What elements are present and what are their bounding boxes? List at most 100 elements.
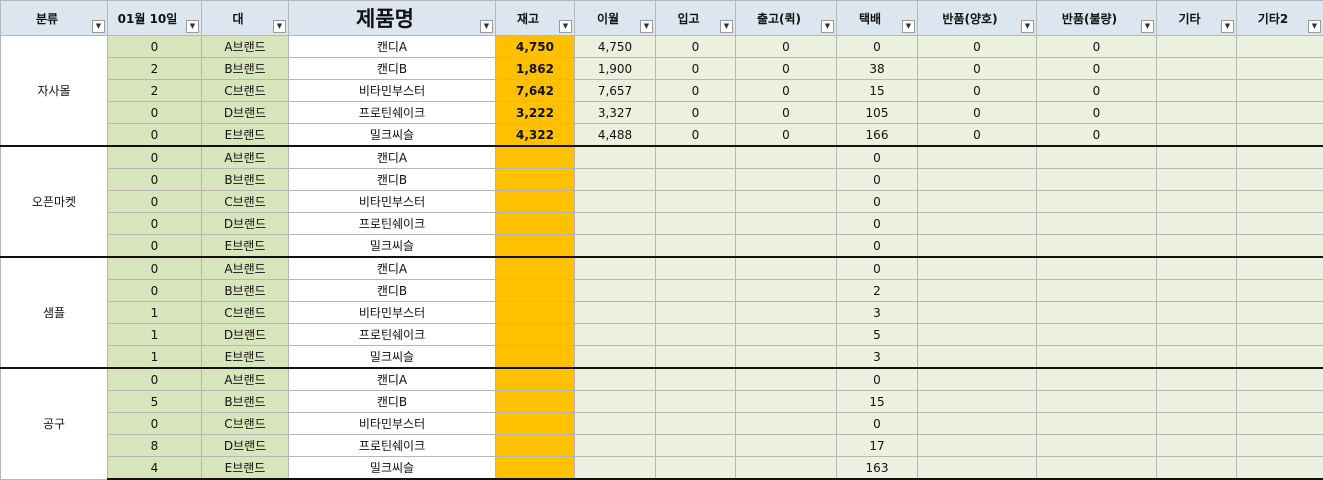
category-cell[interactable]: 자사몰 bbox=[1, 36, 108, 147]
return-good-cell[interactable] bbox=[918, 235, 1037, 258]
return-bad-cell[interactable] bbox=[1037, 191, 1157, 213]
outbound-quick-cell[interactable]: 0 bbox=[736, 102, 837, 124]
inbound-cell[interactable] bbox=[656, 413, 736, 435]
inbound-cell[interactable] bbox=[656, 346, 736, 369]
product-name-cell[interactable]: 밀크씨슬 bbox=[289, 124, 496, 147]
header-date[interactable]: 01월 10일▼ bbox=[108, 1, 202, 36]
outbound-quick-cell[interactable] bbox=[736, 213, 837, 235]
inbound-cell[interactable] bbox=[656, 191, 736, 213]
return-bad-cell[interactable] bbox=[1037, 169, 1157, 191]
date-cell[interactable]: 0 bbox=[108, 191, 202, 213]
date-cell[interactable]: 0 bbox=[108, 368, 202, 391]
category-cell[interactable]: 오픈마켓 bbox=[1, 146, 108, 257]
etc2-cell[interactable] bbox=[1237, 80, 1323, 102]
header-brand[interactable]: 대▼ bbox=[202, 1, 289, 36]
date-cell[interactable]: 0 bbox=[108, 280, 202, 302]
return-good-cell[interactable] bbox=[918, 435, 1037, 457]
stock-cell[interactable] bbox=[496, 346, 575, 369]
product-name-cell[interactable]: 캔디A bbox=[289, 257, 496, 280]
parcel-cell[interactable]: 163 bbox=[837, 457, 918, 480]
inbound-cell[interactable] bbox=[656, 435, 736, 457]
date-cell[interactable]: 1 bbox=[108, 324, 202, 346]
product-name-cell[interactable]: 프로틴쉐이크 bbox=[289, 324, 496, 346]
etc-cell[interactable] bbox=[1157, 257, 1237, 280]
inbound-cell[interactable]: 0 bbox=[656, 58, 736, 80]
brand-cell[interactable]: E브랜드 bbox=[202, 346, 289, 369]
parcel-cell[interactable]: 0 bbox=[837, 213, 918, 235]
brand-cell[interactable]: A브랜드 bbox=[202, 257, 289, 280]
filter-dropdown-icon[interactable]: ▼ bbox=[1308, 20, 1321, 33]
etc-cell[interactable] bbox=[1157, 102, 1237, 124]
return-good-cell[interactable] bbox=[918, 346, 1037, 369]
return-good-cell[interactable] bbox=[918, 169, 1037, 191]
outbound-quick-cell[interactable] bbox=[736, 146, 837, 169]
stock-cell[interactable] bbox=[496, 280, 575, 302]
stock-cell[interactable] bbox=[496, 235, 575, 258]
parcel-cell[interactable]: 0 bbox=[837, 146, 918, 169]
date-cell[interactable]: 0 bbox=[108, 124, 202, 147]
outbound-quick-cell[interactable]: 0 bbox=[736, 58, 837, 80]
outbound-quick-cell[interactable] bbox=[736, 413, 837, 435]
etc-cell[interactable] bbox=[1157, 191, 1237, 213]
outbound-quick-cell[interactable] bbox=[736, 391, 837, 413]
carryover-cell[interactable] bbox=[575, 191, 656, 213]
etc-cell[interactable] bbox=[1157, 169, 1237, 191]
date-cell[interactable]: 8 bbox=[108, 435, 202, 457]
header-out[interactable]: 출고(퀵)▼ bbox=[736, 1, 837, 36]
etc-cell[interactable] bbox=[1157, 235, 1237, 258]
return-good-cell[interactable] bbox=[918, 368, 1037, 391]
product-name-cell[interactable]: 프로틴쉐이크 bbox=[289, 102, 496, 124]
parcel-cell[interactable]: 0 bbox=[837, 368, 918, 391]
etc-cell[interactable] bbox=[1157, 346, 1237, 369]
return-good-cell[interactable]: 0 bbox=[918, 80, 1037, 102]
etc-cell[interactable] bbox=[1157, 36, 1237, 58]
return-bad-cell[interactable] bbox=[1037, 302, 1157, 324]
filter-dropdown-icon[interactable]: ▼ bbox=[559, 20, 572, 33]
return-bad-cell[interactable]: 0 bbox=[1037, 36, 1157, 58]
inbound-cell[interactable] bbox=[656, 235, 736, 258]
filter-dropdown-icon[interactable]: ▼ bbox=[186, 20, 199, 33]
stock-cell[interactable] bbox=[496, 324, 575, 346]
filter-dropdown-icon[interactable]: ▼ bbox=[902, 20, 915, 33]
stock-cell[interactable] bbox=[496, 457, 575, 480]
carryover-cell[interactable]: 4,750 bbox=[575, 36, 656, 58]
inbound-cell[interactable]: 0 bbox=[656, 124, 736, 147]
header-in[interactable]: 입고▼ bbox=[656, 1, 736, 36]
brand-cell[interactable]: D브랜드 bbox=[202, 213, 289, 235]
inbound-cell[interactable] bbox=[656, 257, 736, 280]
stock-cell[interactable]: 4,322 bbox=[496, 124, 575, 147]
header-product[interactable]: 제품명▼ bbox=[289, 1, 496, 36]
parcel-cell[interactable]: 0 bbox=[837, 36, 918, 58]
carryover-cell[interactable] bbox=[575, 146, 656, 169]
carryover-cell[interactable] bbox=[575, 235, 656, 258]
stock-cell[interactable] bbox=[496, 413, 575, 435]
product-name-cell[interactable]: 캔디B bbox=[289, 280, 496, 302]
outbound-quick-cell[interactable] bbox=[736, 346, 837, 369]
etc-cell[interactable] bbox=[1157, 391, 1237, 413]
etc2-cell[interactable] bbox=[1237, 213, 1323, 235]
etc2-cell[interactable] bbox=[1237, 235, 1323, 258]
header-ship[interactable]: 택배▼ bbox=[837, 1, 918, 36]
outbound-quick-cell[interactable]: 0 bbox=[736, 80, 837, 102]
brand-cell[interactable]: B브랜드 bbox=[202, 169, 289, 191]
carryover-cell[interactable] bbox=[575, 346, 656, 369]
return-bad-cell[interactable]: 0 bbox=[1037, 58, 1157, 80]
parcel-cell[interactable]: 0 bbox=[837, 191, 918, 213]
filter-dropdown-icon[interactable]: ▼ bbox=[720, 20, 733, 33]
stock-cell[interactable] bbox=[496, 191, 575, 213]
parcel-cell[interactable]: 0 bbox=[837, 257, 918, 280]
return-good-cell[interactable] bbox=[918, 213, 1037, 235]
return-good-cell[interactable]: 0 bbox=[918, 124, 1037, 147]
carryover-cell[interactable] bbox=[575, 457, 656, 480]
etc-cell[interactable] bbox=[1157, 413, 1237, 435]
etc-cell[interactable] bbox=[1157, 80, 1237, 102]
product-name-cell[interactable]: 비타민부스터 bbox=[289, 191, 496, 213]
return-good-cell[interactable] bbox=[918, 146, 1037, 169]
product-name-cell[interactable]: 비타민부스터 bbox=[289, 302, 496, 324]
header-prev[interactable]: 이월▼ bbox=[575, 1, 656, 36]
etc2-cell[interactable] bbox=[1237, 391, 1323, 413]
brand-cell[interactable]: B브랜드 bbox=[202, 58, 289, 80]
date-cell[interactable]: 5 bbox=[108, 391, 202, 413]
etc2-cell[interactable] bbox=[1237, 124, 1323, 147]
header-category[interactable]: 분류▼ bbox=[1, 1, 108, 36]
